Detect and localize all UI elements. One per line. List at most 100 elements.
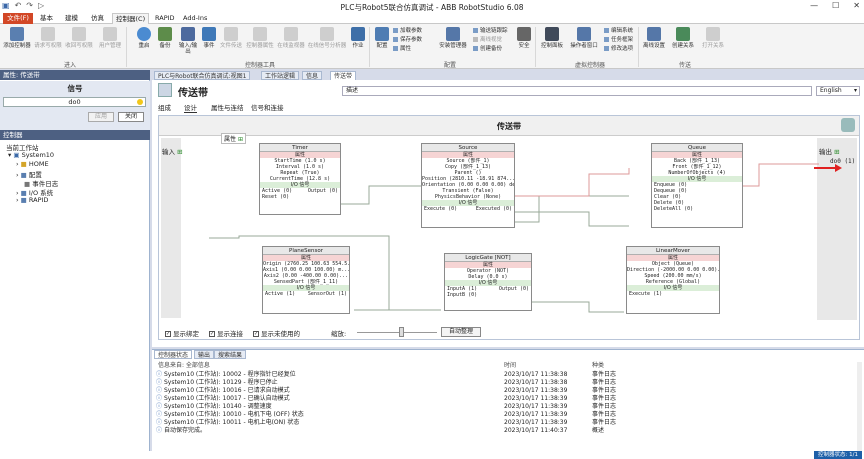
- online-monitor-button[interactable]: 在线监视器: [276, 27, 306, 49]
- subtab-properties[interactable]: 属性与连结: [211, 102, 244, 112]
- file-transfer-button[interactable]: 文件传送: [218, 27, 244, 49]
- tree-item-home[interactable]: › ■ HOME: [16, 160, 49, 168]
- tab-view1[interactable]: PLC与Robot联合仿真调试:视图1: [154, 71, 251, 80]
- open-relation-button[interactable]: 打开关系: [699, 27, 727, 49]
- edit-system-button[interactable]: 编辑系统: [604, 28, 633, 35]
- tab-station-logic[interactable]: 工作站逻辑: [261, 71, 300, 80]
- tab-addins[interactable]: Add-Ins: [180, 13, 210, 24]
- user-admin-button[interactable]: 用户管理: [96, 27, 124, 49]
- tab-info[interactable]: 信息: [302, 71, 323, 80]
- tree-item-system[interactable]: ▾ ▣ System10: [8, 151, 54, 159]
- tab-file[interactable]: 文件(F): [3, 13, 33, 24]
- show-binding-checkbox[interactable]: ✓ 显示绑定: [165, 328, 199, 338]
- install-manager-button[interactable]: 安装管理器: [436, 27, 470, 49]
- log-row[interactable]: ⓘ System10 (工作站): 10002 - 程序指针已经复位 2023/10…: [156, 371, 856, 379]
- subtab-composition[interactable]: 组成: [158, 102, 171, 112]
- block-linear-mover[interactable]: LinearMover 属性 Object (Queue) Direction …: [626, 246, 720, 314]
- tab-conveyor[interactable]: 传送带: [330, 71, 357, 80]
- auto-arrange-button[interactable]: 自动整理: [441, 327, 481, 337]
- close-button[interactable]: 关闭: [118, 112, 144, 122]
- request-write-button[interactable]: 请求写权限: [34, 27, 62, 49]
- minimize-icon[interactable]: —: [810, 1, 818, 10]
- task-frame-button[interactable]: 任务框架: [604, 37, 633, 44]
- block-input[interactable]: InputB (0): [447, 292, 477, 298]
- subtab-signals[interactable]: 信号和连接: [251, 102, 284, 112]
- tab-home[interactable]: 基本: [37, 13, 56, 24]
- safety-button[interactable]: 安全: [516, 27, 532, 49]
- controller-status[interactable]: 控制器状态: 1/1: [814, 451, 862, 459]
- tree-item-rapid[interactable]: › ■ RAPID: [16, 196, 48, 204]
- block-source[interactable]: Source 属性 Source (部件_1) Copy (部件_1_13) P…: [421, 143, 515, 228]
- tab-modeling[interactable]: 建模: [62, 13, 81, 24]
- offline-settings-button[interactable]: 离线设置: [641, 27, 667, 49]
- configuration-button[interactable]: 配置: [373, 27, 391, 49]
- log-row[interactable]: ⓘ System10 (工作站): 10140 - 调整速度 2023/10/17 …: [156, 403, 856, 411]
- block-input[interactable]: DeleteAll (0): [654, 206, 693, 212]
- block-output[interactable]: SensorOut (1): [308, 291, 347, 297]
- offline-vision-button[interactable]: 离线视觉: [473, 37, 502, 44]
- backup-button[interactable]: 备份: [156, 27, 174, 49]
- block-timer[interactable]: Timer 属性 StartTime (1.0 s) Interval (1.0…: [259, 143, 341, 215]
- block-io-row: InputB (0): [445, 292, 531, 298]
- block-queue[interactable]: Queue 属性 Back (部件_1_13) Front (部件_1_12) …: [651, 143, 743, 228]
- block-output[interactable]: Executed (0): [476, 206, 512, 212]
- create-relation-button[interactable]: 创建关系: [669, 27, 697, 49]
- log-row[interactable]: ⓘ System10 (工作站): 10011 - 电机上电(ON) 状态 2023…: [156, 419, 856, 427]
- block-logic-gate[interactable]: LogicGate [NOT] 属性 Operator (NOT) Delay …: [444, 253, 532, 311]
- log-row[interactable]: ⓘ System10 (工作站): 10010 - 电机下电 (OFF) 状态 20…: [156, 411, 856, 419]
- design-canvas[interactable]: 传送带 属性 ⊞ 输入 ⊞ 输出 ⊞ do0 (1) Timer 属性 Star…: [158, 115, 860, 340]
- tab-output[interactable]: 输出: [194, 350, 215, 359]
- log-header-info[interactable]: 信息来自: 全部信息: [158, 362, 210, 370]
- show-unused-checkbox[interactable]: ✓ 显示未使用的: [253, 328, 300, 338]
- block-output[interactable]: Output (0): [308, 188, 338, 194]
- load-params-button[interactable]: 加载参数: [393, 28, 422, 35]
- zoom-slider-thumb[interactable]: [399, 327, 404, 337]
- description-field[interactable]: 描述: [342, 86, 812, 96]
- block-plane-sensor[interactable]: PlaneSensor 属性 Origin (2760.25 100.63 55…: [262, 246, 350, 314]
- tab-controller-status[interactable]: 控制器状态: [154, 350, 193, 359]
- tab-rapid[interactable]: RAPID: [152, 13, 178, 24]
- save-params-button[interactable]: 保存参数: [393, 37, 422, 44]
- tab-simulation[interactable]: 仿真: [88, 13, 107, 24]
- block-input[interactable]: Execute (1): [629, 291, 662, 297]
- redo-icon[interactable]: ↷: [26, 1, 33, 10]
- show-connect-checkbox[interactable]: ✓ 显示连接: [209, 328, 243, 338]
- log-row[interactable]: ⓘ System10 (工作站): 10017 - 已确认自动模式 2023/10/…: [156, 395, 856, 403]
- controller-icon: ▣: [13, 151, 22, 159]
- close-icon[interactable]: ✕: [853, 1, 860, 10]
- log-row[interactable]: ⓘ System10 (工作站): 10129 - 程序已停止 2023/10/17…: [156, 379, 856, 387]
- maximize-icon[interactable]: ☐: [832, 1, 839, 10]
- create-backup-button[interactable]: 创建备份: [473, 46, 502, 53]
- events-button[interactable]: 事件: [201, 27, 217, 49]
- block-output[interactable]: Output (0): [499, 286, 529, 292]
- operator-window-button[interactable]: 操作者窗口: [568, 27, 600, 49]
- io-button[interactable]: 输入/输出: [177, 27, 199, 55]
- properties-button[interactable]: 属性: [393, 46, 411, 53]
- scrollbar[interactable]: [857, 362, 862, 452]
- controller-props-button[interactable]: 控制器属性: [245, 27, 275, 49]
- config-icon: [375, 27, 389, 41]
- add-controller-button[interactable]: 添加控制器: [3, 27, 31, 49]
- block-input[interactable]: Active (1): [265, 291, 295, 297]
- save-icon[interactable]: ▣: [2, 1, 10, 10]
- job-button[interactable]: 作业: [350, 27, 366, 49]
- block-input[interactable]: Reset (0): [262, 194, 289, 200]
- release-write-button[interactable]: 收回写权限: [65, 27, 93, 49]
- apply-button[interactable]: 应用: [88, 112, 114, 122]
- block-input[interactable]: Execute (0): [424, 206, 457, 212]
- control-panel-button[interactable]: 控制面板: [538, 27, 566, 49]
- play-icon[interactable]: ▷: [38, 1, 44, 10]
- zoom-slider-track[interactable]: [357, 332, 437, 333]
- tab-search-results[interactable]: 搜索结果: [214, 350, 247, 359]
- signal-analyzer-button[interactable]: 在线信号分析器: [307, 27, 347, 49]
- subtab-design[interactable]: 设计: [184, 102, 197, 113]
- log-row[interactable]: ⓘ System10 (工作站): 10016 - 已请求自动模式 2023/10/…: [156, 387, 856, 395]
- modify-options-button[interactable]: 修改选项: [604, 46, 633, 53]
- language-select[interactable]: English ▾: [816, 86, 860, 96]
- log-row[interactable]: ⓘ 自动保存完成。 2023/10/17 11:40:37 概述: [156, 427, 856, 435]
- undo-icon[interactable]: ↶: [15, 1, 22, 10]
- signal-field[interactable]: do0: [3, 97, 146, 107]
- tab-controller[interactable]: 控制器(C): [112, 13, 150, 24]
- restart-button[interactable]: 重启: [136, 27, 152, 49]
- conveyor-tracking-button[interactable]: 输送链跟踪: [473, 28, 508, 35]
